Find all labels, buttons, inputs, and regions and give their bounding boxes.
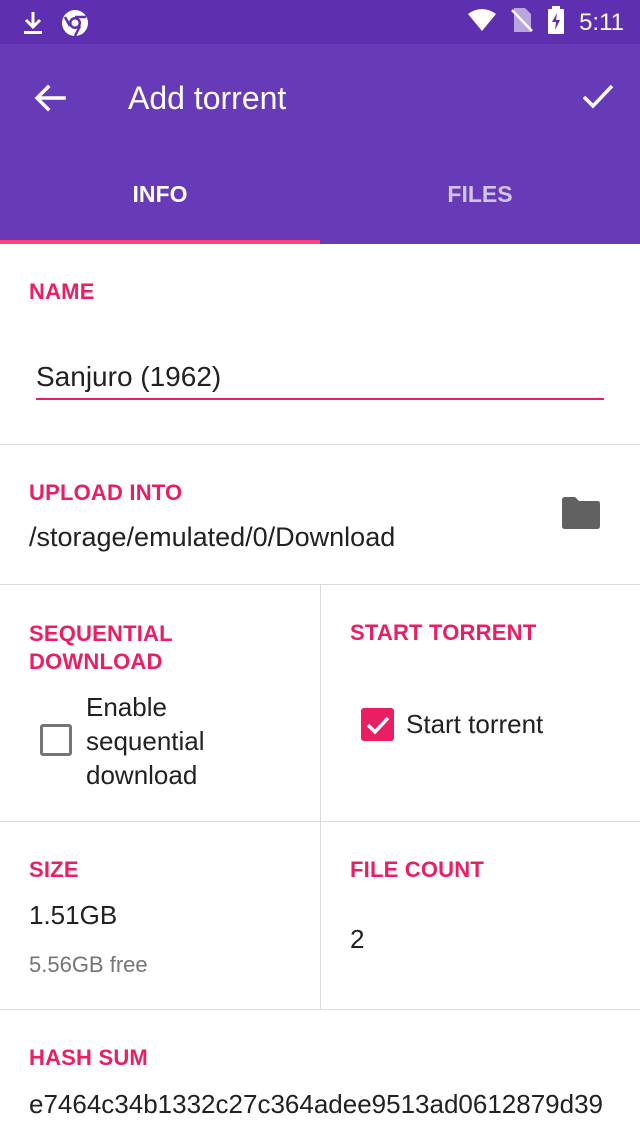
size-value: 1.51GB <box>29 900 118 930</box>
no-sim-icon <box>511 7 533 38</box>
divider <box>0 1009 640 1010</box>
start-torrent-checkbox[interactable] <box>361 708 394 741</box>
tab-info-label: INFO <box>132 181 188 207</box>
divider <box>0 444 640 445</box>
sequential-checkbox[interactable] <box>40 724 72 756</box>
tab-info[interactable]: INFO <box>0 172 320 244</box>
divider-vertical <box>320 585 321 821</box>
upload-into-label: UPLOAD INTO <box>29 480 183 505</box>
clock: 5:11 <box>579 8 624 36</box>
start-torrent-label: START TORRENT <box>350 620 537 645</box>
file-count-label: FILE COUNT <box>350 857 484 882</box>
checkmark-icon <box>366 716 390 735</box>
tab-indicator <box>0 240 320 244</box>
download-icon <box>22 10 44 41</box>
wifi-icon <box>467 8 497 37</box>
arrow-back-icon[interactable] <box>30 78 70 118</box>
name-label: NAME <box>29 279 95 304</box>
file-count-value: 2 <box>350 924 365 954</box>
battery-charging-icon <box>547 6 565 39</box>
hash-sum-label: HASH SUM <box>29 1045 148 1070</box>
size-label: SIZE <box>29 857 79 882</box>
chrome-icon <box>60 8 90 43</box>
divider-vertical <box>320 822 321 1009</box>
sequential-checkbox-label[interactable]: Enable sequential download <box>86 690 286 792</box>
tab-bar: INFO FILES <box>0 172 640 244</box>
page-title: Add torrent <box>128 80 287 116</box>
check-icon[interactable] <box>578 76 618 116</box>
free-space: 5.56GB free <box>29 952 148 977</box>
app-bar: Add torrent INFO FILES <box>0 44 640 244</box>
upload-path: /storage/emulated/0/Download <box>29 522 396 552</box>
hash-sum-value: e7464c34b1332c27c364adee9513ad0612879d39 <box>29 1089 604 1119</box>
tab-files-label: FILES <box>447 181 513 207</box>
sequential-download-label: SEQUENTIAL DOWNLOAD <box>29 621 173 674</box>
folder-icon[interactable] <box>560 496 602 534</box>
start-torrent-checkbox-label[interactable]: Start torrent <box>406 709 543 740</box>
name-input[interactable] <box>36 356 604 400</box>
tab-files[interactable]: FILES <box>320 172 640 244</box>
status-bar: 5:11 <box>0 0 640 44</box>
